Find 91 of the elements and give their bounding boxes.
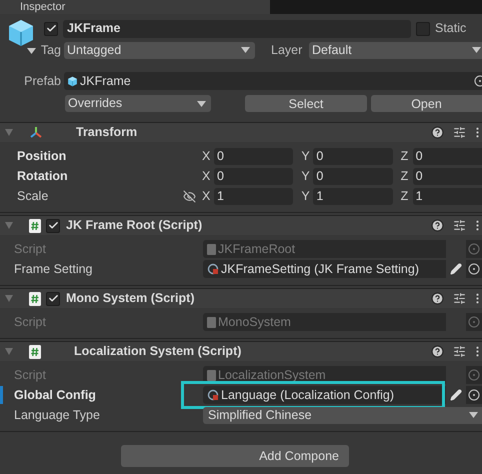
field-label: Language Type [14,406,101,424]
target-icon [468,369,480,381]
number-field[interactable]: 0 [412,148,482,164]
script-file-icon [207,370,216,380]
axis-label: Z [400,168,410,185]
number-field[interactable]: 0 [313,148,393,164]
check-icon [46,23,56,34]
help-icon[interactable] [431,345,444,358]
target-icon [468,263,480,275]
settings-icon[interactable] [453,219,466,232]
script-file-icon [207,316,216,328]
layer-label: Layer [271,42,304,59]
caret-icon [27,48,36,54]
prefab-button[interactable]: Select [245,95,367,112]
component-title: Localization System (Script) [74,343,242,360]
number-field[interactable]: 0 [214,148,294,164]
field-label: Rotation [16,168,69,185]
field-label: Global Config [14,386,97,404]
number-field[interactable]: 1 [313,188,393,204]
number-field[interactable]: 1 [412,188,482,204]
add-component-button[interactable]: Add Compone [121,445,349,467]
help-icon[interactable] [431,219,444,232]
caret-icon [472,47,481,53]
tag-label: Tag [40,42,62,59]
component-header[interactable]: Localization System (Script) [0,341,482,361]
settings-icon[interactable] [453,126,466,139]
prefab-button[interactable]: Open [371,95,482,112]
target-icon [468,389,480,401]
target-icon [468,316,480,328]
dropdown[interactable]: Simplified Chinese [203,406,482,424]
enable-checkbox[interactable] [46,218,60,232]
object-picker-button[interactable] [466,386,482,404]
component-title: JK Frame Root (Script) [66,217,202,234]
component-header[interactable]: JK Frame Root (Script) [0,215,482,235]
edit-icon[interactable] [450,389,462,401]
target-icon [468,243,480,255]
field-label: Position [16,148,68,165]
transform-axes-icon [29,126,43,140]
help-icon[interactable] [431,292,444,305]
tag-dropdown[interactable]: Untagged [64,42,255,58]
object-field[interactable]: Language (Localization Config) [203,386,446,404]
number-field[interactable]: 0 [313,168,393,184]
prefab-label: Prefab [23,72,62,90]
inspector-tab[interactable]: Inspector [0,0,270,14]
axis-label: Y [301,148,310,165]
script-file-icon [207,244,216,254]
axis-label: X [202,188,211,205]
overrides-dropdown[interactable]: Overrides [65,95,211,112]
prefab-field[interactable]: JKFrame [64,72,482,90]
number-field[interactable]: 0 [214,168,294,184]
field-label: Script [14,366,47,384]
component-title: Transform [76,124,138,142]
axis-label: Y [301,188,310,205]
axis-label: Z [400,148,410,165]
layer-dropdown[interactable]: Default [309,42,482,58]
component-header[interactable]: Mono System (Script) [0,288,482,308]
active-checkbox[interactable] [44,22,58,36]
caret-icon [241,47,250,53]
help-icon[interactable] [431,126,444,139]
script-file-icon [29,218,41,232]
static-checkbox[interactable] [416,22,430,36]
check-icon [48,293,58,304]
component-header[interactable]: Transform [0,122,482,142]
number-field[interactable]: 0 [412,168,482,184]
axis-label: X [202,148,211,165]
axis-label: Y [301,168,310,185]
caret-icon [197,100,206,106]
field-label: Script [14,314,47,331]
field-label: Frame Setting [14,260,94,278]
check-icon [48,220,58,231]
axis-label: Z [400,188,410,205]
settings-icon[interactable] [453,292,466,305]
field-label: Scale [16,188,50,205]
object-field[interactable]: JKFrameSetting (JK Frame Setting) [203,260,446,278]
field-label: Script [14,240,47,258]
script-file-icon [29,292,41,306]
asset-icon [207,263,219,275]
static-label: Static [435,20,466,38]
prefab-cube-icon [67,76,78,86]
axis-label: X [202,168,211,185]
game-object-cube-icon [6,18,36,48]
settings-icon[interactable] [453,345,466,358]
edit-icon[interactable] [450,263,462,275]
name-field[interactable]: JKFrame [63,20,411,38]
script-file-icon [29,344,41,358]
caret-icon [469,412,478,418]
component-title: Mono System (Script) [66,290,194,308]
object-picker-button[interactable] [466,260,482,278]
asset-icon [207,389,219,401]
enable-checkbox[interactable] [46,292,60,306]
number-field[interactable]: 1 [214,188,294,204]
